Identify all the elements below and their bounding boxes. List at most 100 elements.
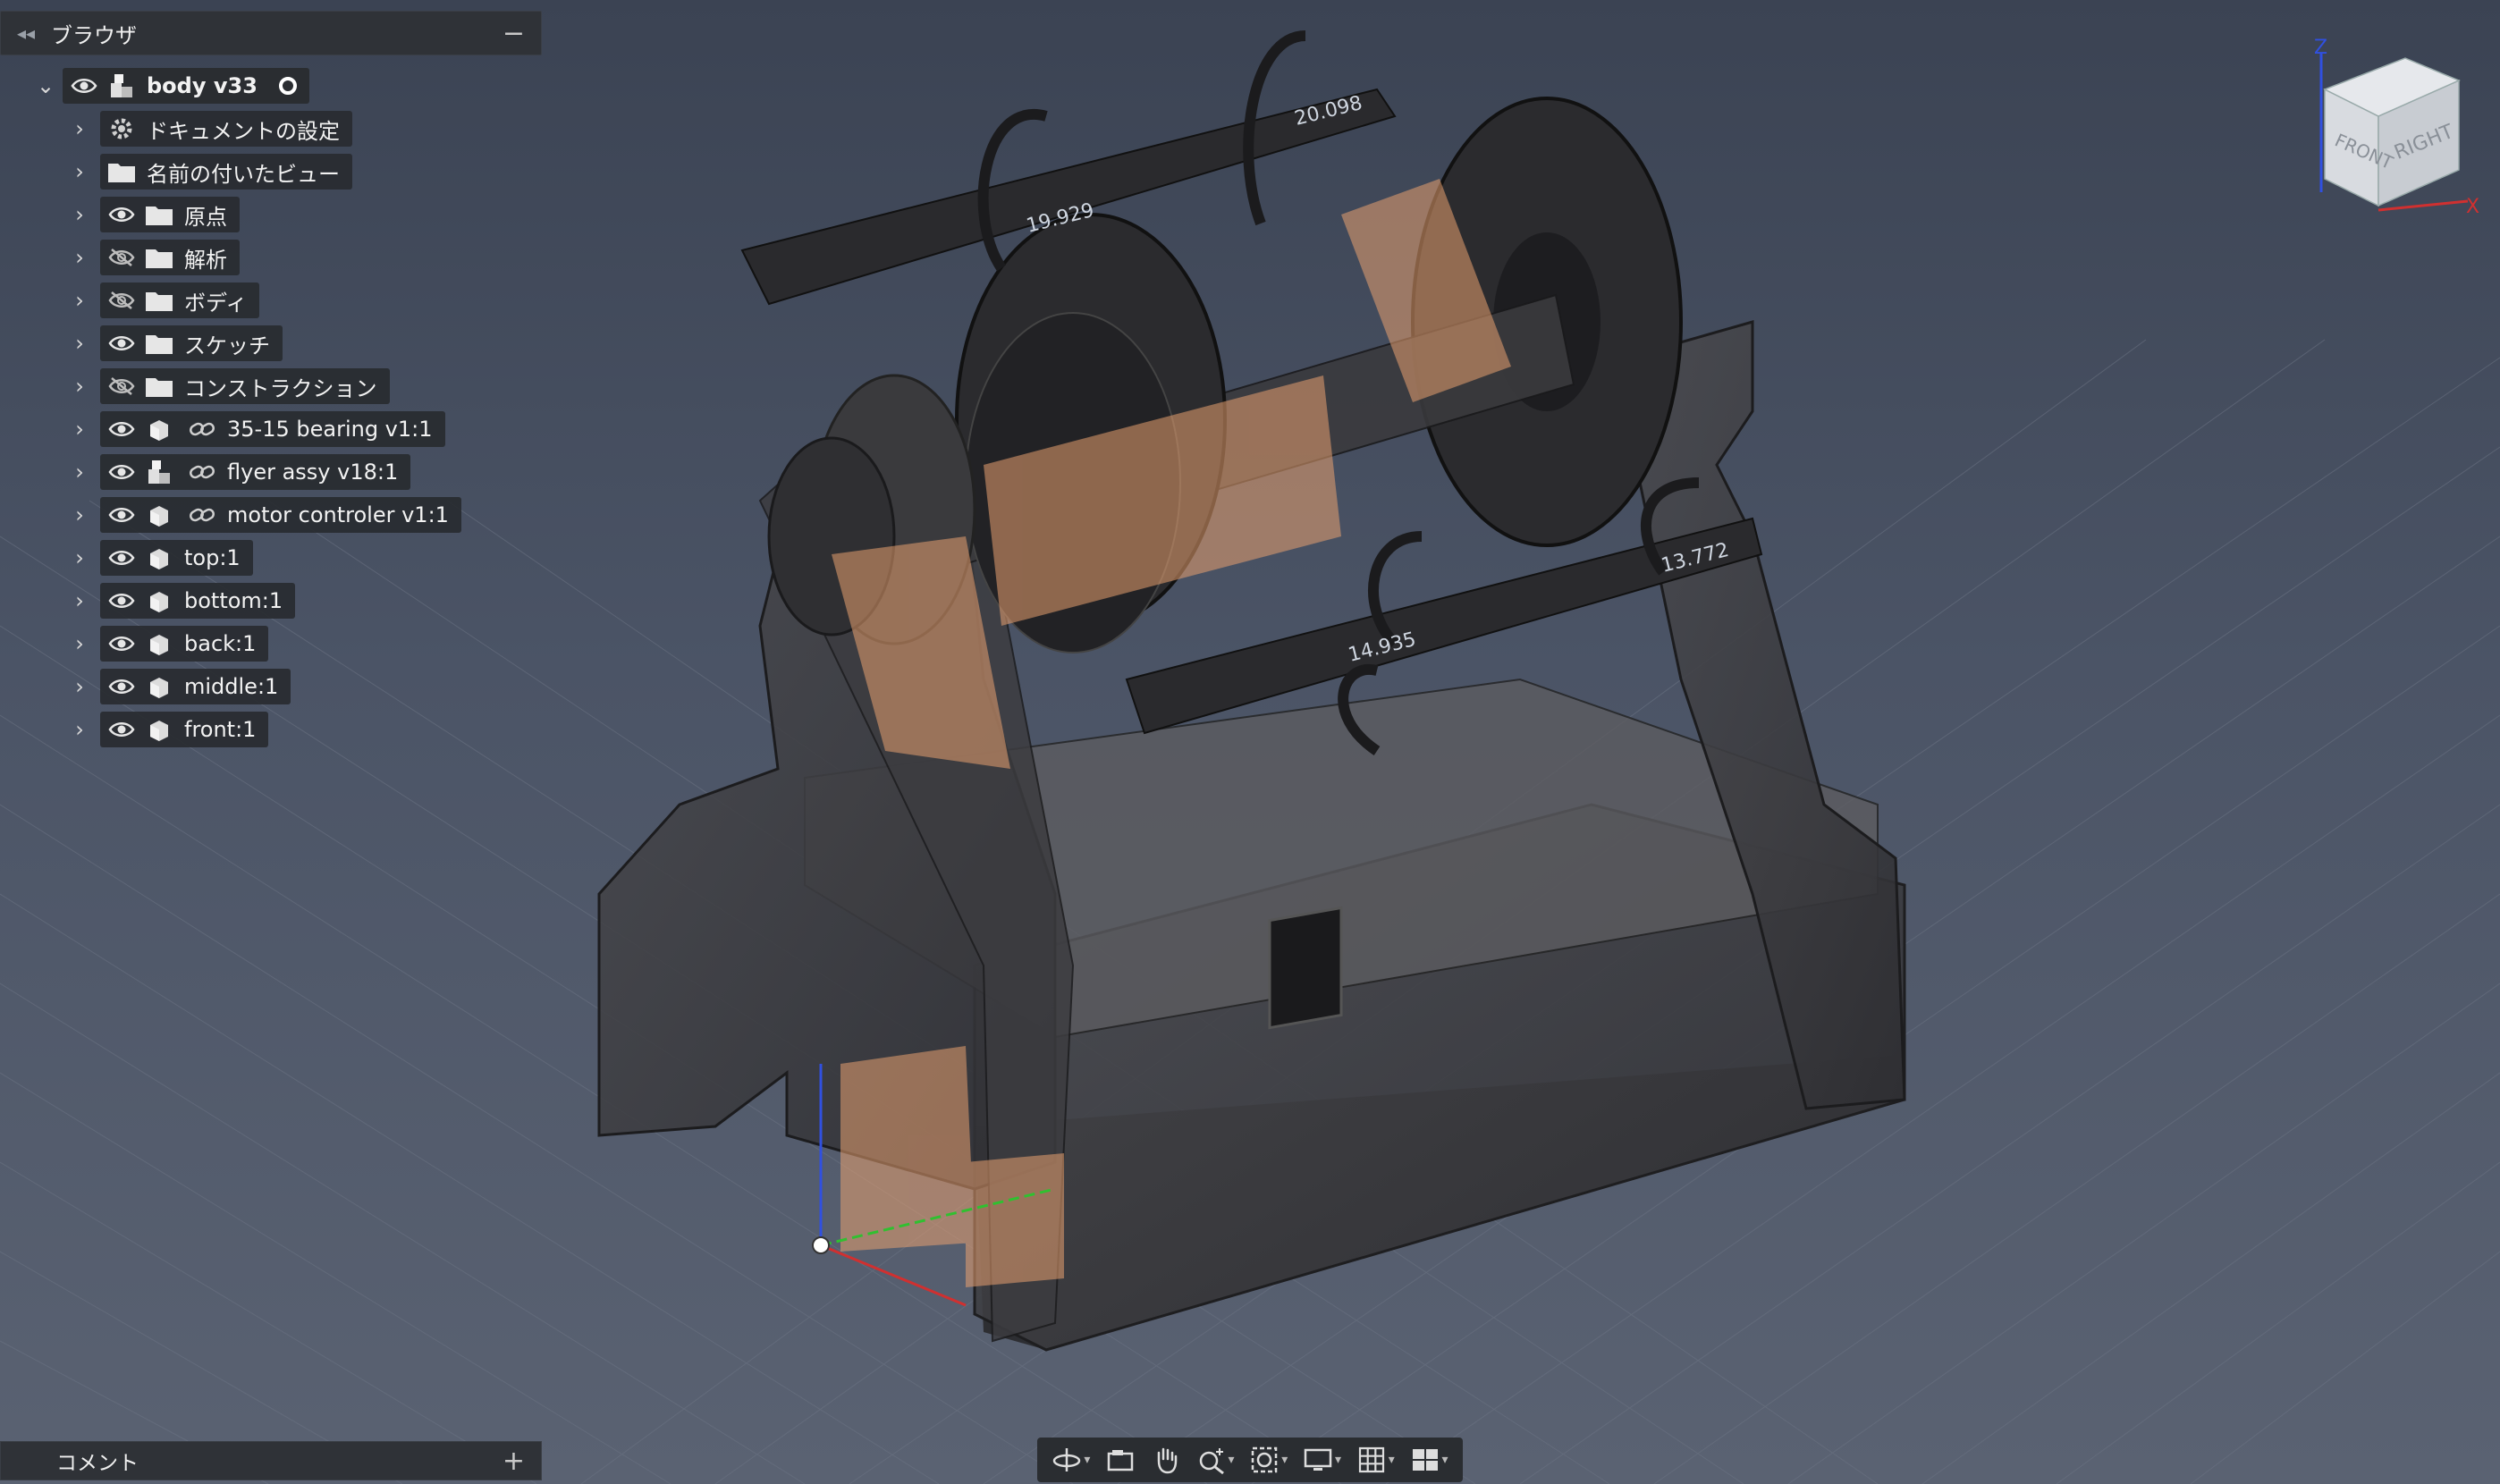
link-icon xyxy=(186,456,218,488)
fit-tool[interactable]: ▾ xyxy=(1249,1445,1288,1475)
tree-item[interactable]: › 名前の付いたビュー xyxy=(0,150,542,193)
tree-item-chip[interactable]: 名前の付いたビュー xyxy=(100,154,352,190)
tree-item[interactable]: › スケッチ xyxy=(0,322,542,365)
view-cube[interactable]: FRONT RIGHT Z X xyxy=(2307,36,2486,215)
chevron-right-icon[interactable]: › xyxy=(68,375,91,398)
eye-hidden-icon[interactable] xyxy=(106,284,138,316)
tree-item[interactable]: › bottom:1 xyxy=(0,579,542,622)
tree-item[interactable]: › コンストラクション xyxy=(0,365,542,408)
tree-item-chip[interactable]: bottom:1 xyxy=(100,583,296,619)
chevron-right-icon[interactable]: › xyxy=(68,718,91,741)
tree-root-chip[interactable]: body v33 xyxy=(63,68,309,104)
chevron-right-icon[interactable]: › xyxy=(68,589,91,612)
tree-item-label: front:1 xyxy=(184,717,257,742)
chevron-right-icon[interactable]: › xyxy=(68,460,91,484)
minimize-panel-button[interactable]: − xyxy=(503,18,525,49)
tree-item[interactable]: › 原点 xyxy=(0,193,542,236)
eye-hidden-icon[interactable] xyxy=(106,370,138,402)
tree-item-chip[interactable]: middle:1 xyxy=(100,669,291,704)
tree-item[interactable]: › 解析 xyxy=(0,236,542,279)
eye-icon[interactable] xyxy=(106,198,138,231)
assembly-icon xyxy=(143,456,175,488)
viewports-tool[interactable]: ▾ xyxy=(1410,1445,1448,1475)
tree-root[interactable]: ⌄ body v33 xyxy=(0,64,542,107)
chevron-right-icon[interactable]: › xyxy=(68,160,91,183)
eye-icon[interactable] xyxy=(106,542,138,574)
chevron-right-icon[interactable]: › xyxy=(68,332,91,355)
tree-item[interactable]: › back:1 xyxy=(0,622,542,665)
tree-item-label: ボディ xyxy=(184,290,248,316)
eye-icon[interactable] xyxy=(68,70,100,102)
tree-item-chip[interactable]: motor controler v1:1 xyxy=(100,497,461,533)
activate-radio-icon[interactable] xyxy=(278,77,297,95)
tree-item-chip[interactable]: top:1 xyxy=(100,540,253,576)
browser-tree: ⌄ body v33 › ドキュメントの設定 › 名前の付いたビュー › 原点 › 解析 › ボデ… xyxy=(0,64,542,751)
axis-x-label: X xyxy=(2466,196,2479,215)
add-comment-button[interactable]: + xyxy=(503,1446,525,1477)
zoom-tool[interactable]: ▾ xyxy=(1196,1445,1235,1475)
look-at-icon xyxy=(1107,1450,1134,1471)
chevron-right-icon[interactable]: › xyxy=(68,246,91,269)
chevron-right-icon[interactable]: › xyxy=(68,203,91,226)
tree-item-label: コンストラクション xyxy=(184,375,377,401)
tree-item-chip[interactable]: 35-15 bearing v1:1 xyxy=(100,411,445,447)
component-icon xyxy=(143,628,175,660)
eye-icon[interactable] xyxy=(106,585,138,617)
link-icon xyxy=(186,413,218,445)
tree-item-chip[interactable]: コンストラクション xyxy=(100,368,390,404)
chevron-right-icon[interactable]: › xyxy=(68,632,91,655)
eye-hidden-icon[interactable] xyxy=(106,241,138,274)
tree-item[interactable]: › top:1 xyxy=(0,536,542,579)
collapse-panel-icon[interactable]: ◂◂ xyxy=(17,22,51,44)
tree-item[interactable]: › flyer assy v18:1 xyxy=(0,451,542,493)
chevron-right-icon[interactable]: › xyxy=(68,675,91,698)
axis-z-label: Z xyxy=(2314,37,2327,59)
component-icon xyxy=(143,670,175,703)
tree-item-label: 名前の付いたビュー xyxy=(147,161,340,187)
orbit-icon xyxy=(1053,1448,1081,1471)
tree-root-label: body v33 xyxy=(147,73,258,98)
tree-item[interactable]: › front:1 xyxy=(0,708,542,751)
tree-item[interactable]: › ボディ xyxy=(0,279,542,322)
tree-item-chip[interactable]: スケッチ xyxy=(100,325,283,361)
tree-item-chip[interactable]: flyer assy v18:1 xyxy=(100,454,411,490)
orbit-tool[interactable]: ▾ xyxy=(1052,1445,1090,1475)
tree-item-label: motor controler v1:1 xyxy=(227,502,449,527)
tree-item-chip[interactable]: ドキュメントの設定 xyxy=(100,111,352,147)
chevron-right-icon[interactable]: › xyxy=(68,117,91,140)
chevron-right-icon[interactable]: › xyxy=(68,546,91,569)
folder-icon xyxy=(106,156,138,188)
tree-item-label: top:1 xyxy=(184,545,241,570)
component-icon xyxy=(143,713,175,746)
tree-item[interactable]: › motor controler v1:1 xyxy=(0,493,542,536)
tree-item[interactable]: › 35-15 bearing v1:1 xyxy=(0,408,542,451)
zoom-icon xyxy=(1199,1448,1224,1475)
folder-icon xyxy=(143,327,175,359)
chevron-right-icon[interactable]: › xyxy=(68,417,91,441)
eye-icon[interactable] xyxy=(106,670,138,703)
eye-icon[interactable] xyxy=(106,713,138,746)
browser-panel: ◂◂ ブラウザ − ⌄ body v33 › ドキュメントの設定 › 名前の付いたビュ… xyxy=(0,11,542,751)
tree-item-chip[interactable]: back:1 xyxy=(100,626,269,662)
chevron-right-icon[interactable]: › xyxy=(68,503,91,527)
eye-icon[interactable] xyxy=(106,413,138,445)
eye-icon[interactable] xyxy=(106,628,138,660)
tree-item-chip[interactable]: 解析 xyxy=(100,240,240,275)
eye-icon[interactable] xyxy=(106,456,138,488)
folder-icon xyxy=(143,241,175,274)
display-settings-tool[interactable]: ▾ xyxy=(1303,1445,1341,1475)
tree-item[interactable]: › ドキュメントの設定 xyxy=(0,107,542,150)
comments-panel[interactable]: コメント + xyxy=(0,1441,542,1480)
tree-item-chip[interactable]: 原点 xyxy=(100,197,240,232)
look-at-tool[interactable] xyxy=(1105,1445,1136,1475)
tree-item-chip[interactable]: ボディ xyxy=(100,282,260,318)
eye-icon[interactable] xyxy=(106,499,138,531)
eye-icon[interactable] xyxy=(106,327,138,359)
tree-item[interactable]: › middle:1 xyxy=(0,665,542,708)
pan-tool[interactable] xyxy=(1151,1445,1181,1475)
chevron-right-icon[interactable]: › xyxy=(68,289,91,312)
browser-header: ◂◂ ブラウザ − xyxy=(0,11,542,55)
grid-tool[interactable]: ▾ xyxy=(1356,1445,1395,1475)
tree-item-chip[interactable]: front:1 xyxy=(100,712,269,747)
chevron-down-icon[interactable]: ⌄ xyxy=(34,74,57,97)
